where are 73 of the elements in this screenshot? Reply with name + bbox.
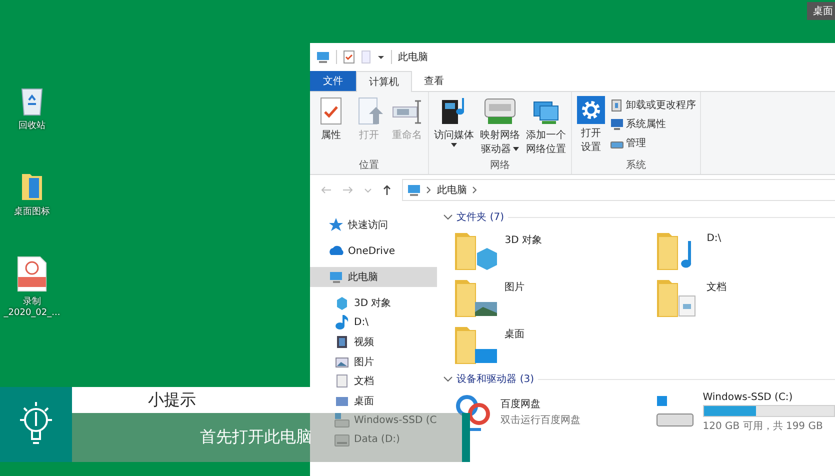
sidebar-item[interactable]: OneDrive [310, 241, 437, 261]
ribbon-button[interactable]: 打开 设置 [576, 96, 606, 158]
sidebar-icon [328, 217, 344, 233]
recycle-bin-icon [19, 86, 45, 116]
dropdown-caret-icon [451, 142, 457, 146]
sidebar-icon [334, 334, 350, 350]
ribbon-small-button[interactable]: 系统属性 [610, 117, 696, 131]
ribbon-group-label: 网络 [489, 159, 511, 173]
sidebar-icon [334, 412, 350, 428]
sidebar-item[interactable]: D:\ [310, 312, 437, 332]
desktop-icon-label: 桌面图标 [14, 206, 50, 218]
ribbon-small-button[interactable]: 卸载或更改程序 [610, 98, 696, 112]
drive-detail: 双击运行百度网盘 [500, 414, 581, 427]
section-header[interactable]: 文件夹 (7) [456, 210, 504, 224]
ribbon-tab[interactable]: 查看 [412, 71, 456, 91]
properties-icon [343, 50, 355, 64]
ribbon-small-icon [610, 98, 624, 112]
drive-name[interactable]: Windows-SSD (C:) [702, 392, 835, 402]
sidebar-icon [334, 294, 350, 311]
sidebar-item[interactable]: 桌面 [310, 390, 437, 411]
ribbon-small-button[interactable]: 管理 [610, 136, 696, 150]
ribbon-button[interactable]: 访问媒体 [433, 96, 475, 158]
video-file-icon [16, 256, 48, 292]
folder-item[interactable]: 图片 [450, 274, 653, 320]
desktop-icon-label: 回收站 [18, 120, 46, 132]
computer-icon [407, 184, 421, 196]
drive-name[interactable]: 百度网盘 [500, 397, 581, 411]
desktop-icon-label: 录制 _2020_02_... [4, 296, 60, 318]
ribbon-group-label: 系统 [625, 158, 647, 173]
ribbon-button[interactable]: 属性 [314, 96, 348, 158]
sidebar-item[interactable]: Data (D:) [310, 430, 437, 450]
chevron-icon [472, 186, 478, 194]
collapse-icon [442, 213, 453, 221]
ribbon-tab[interactable]: 文件 [310, 71, 356, 91]
sidebar-icon [334, 373, 350, 390]
dropdown-icon [364, 186, 372, 194]
forward-icon [342, 185, 354, 195]
ribbon-group-label: 位置 [358, 158, 380, 173]
back-icon [320, 185, 332, 195]
chevron-icon [426, 186, 432, 194]
computer-icon [316, 51, 330, 63]
settings-icon [577, 96, 605, 124]
folder-item[interactable]: D:\ [652, 227, 833, 273]
sidebar-icon [328, 269, 344, 285]
desktop-corner-label: 桌面 [807, 2, 835, 20]
sidebar-item[interactable]: 3D 对象 [310, 293, 437, 313]
ribbon-button[interactable]: 映射网络 驱动器 [479, 96, 521, 158]
ribbon-tab[interactable]: 计算机 [356, 71, 412, 92]
ribbon-small-icon [610, 117, 624, 131]
address-path[interactable]: 此电脑 [437, 183, 467, 197]
ribbon-icon [484, 96, 516, 126]
drive-detail: 120 GB 可用，共 199 GB [702, 420, 824, 432]
tip-title: 小提示 [148, 390, 196, 410]
sidebar-icon [334, 432, 350, 448]
ribbon-button[interactable]: 添加一个 网络位置 [525, 96, 567, 158]
window-title: 此电脑 [398, 50, 428, 64]
collapse-icon [442, 375, 453, 383]
sidebar-item[interactable]: 图片 [310, 352, 437, 372]
folder-item[interactable]: 3D 对象 [450, 227, 653, 273]
sidebar-item[interactable]: 此电脑 [310, 267, 437, 287]
blank-page-icon [361, 50, 371, 64]
folder-item[interactable]: 桌面 [450, 321, 653, 367]
folder-item[interactable]: 文档 [652, 274, 833, 320]
section-header[interactable]: 设备和驱动器 (3) [456, 372, 534, 386]
sidebar-item[interactable]: Windows-SSD (C [310, 410, 437, 430]
up-icon [382, 184, 392, 196]
dropdown-icon [377, 53, 385, 61]
dropdown-caret-icon [513, 147, 519, 152]
sidebar-item[interactable]: 文档 [310, 371, 437, 391]
sidebar-item[interactable]: 快速访问 [310, 215, 437, 235]
address-bar[interactable]: 此电脑 [402, 179, 835, 201]
sidebar-icon [334, 314, 350, 330]
sidebar-item[interactable]: 视频 [310, 332, 437, 352]
